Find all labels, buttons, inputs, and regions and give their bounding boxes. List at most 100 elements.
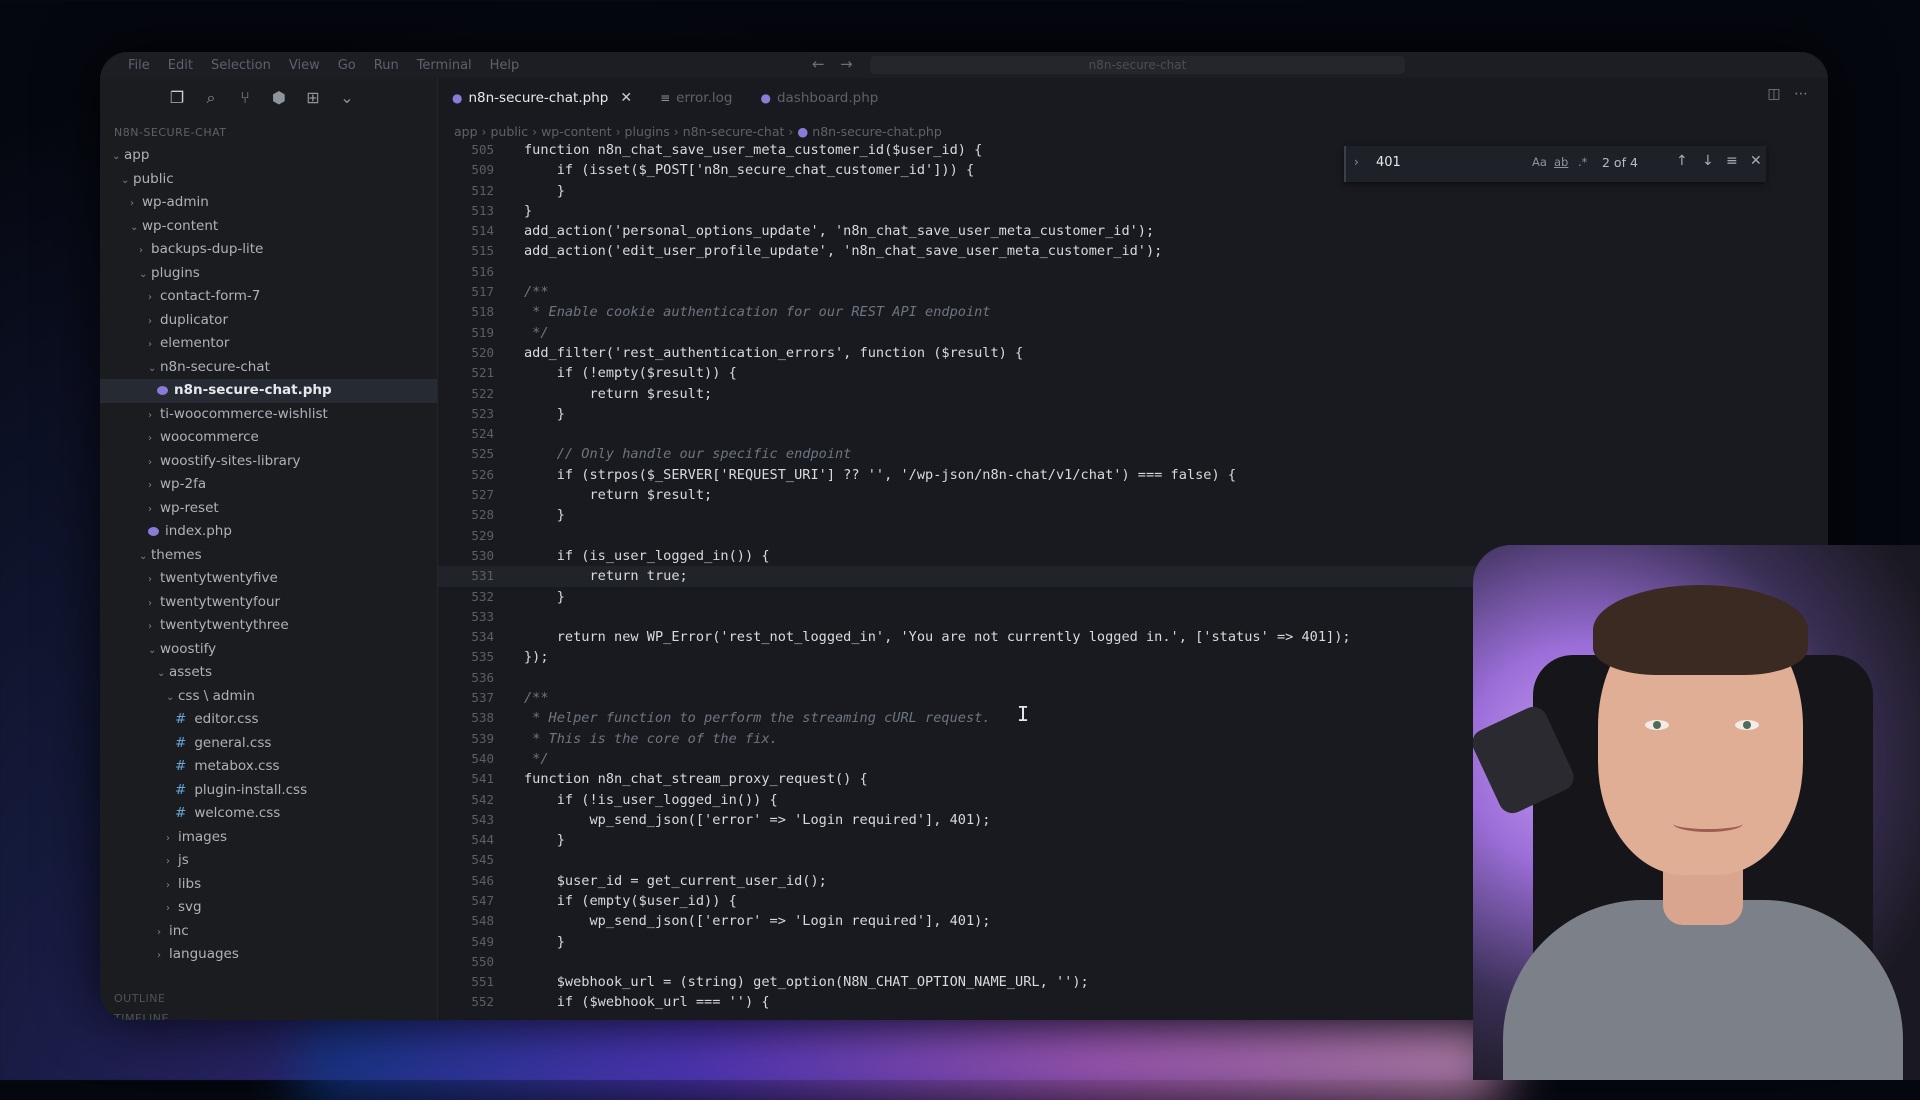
tree-item[interactable]: › elementor	[100, 332, 437, 356]
code-line[interactable]: 528 }	[438, 505, 1828, 525]
tree-item[interactable]: › ti-woocommerce-wishlist	[100, 403, 437, 427]
tree-item[interactable]: # welcome.css	[100, 802, 437, 826]
find-in-selection-icon[interactable]: ≡	[1726, 153, 1738, 169]
code-line[interactable]: 522 return $result;	[438, 384, 1828, 404]
chevron-right-icon: ›	[148, 409, 152, 421]
previous-match-icon[interactable]: ↑	[1676, 153, 1688, 169]
code-text: function n8n_chat_stream_proxy_request()…	[524, 771, 868, 788]
breadcrumb-item[interactable]: wp-content	[541, 124, 612, 139]
code-line[interactable]: 518 * Enable cookie authentication for o…	[438, 302, 1828, 322]
code-line[interactable]: 520 add_filter('rest_authentication_error…	[438, 343, 1828, 363]
extensions-icon[interactable]: ⬢	[262, 85, 296, 111]
tab-error-log[interactable]: ≡ error.log	[646, 78, 746, 118]
menu-edit[interactable]: Edit	[168, 58, 193, 73]
css-file-icon: #	[175, 711, 187, 727]
code-line[interactable]: 526 if (strpos($_SERVER['REQUEST_URI'] ?…	[438, 465, 1828, 485]
tree-item[interactable]: › twentytwentyfour	[100, 591, 437, 615]
tree-item[interactable]: › wp-admin	[100, 191, 437, 215]
tree-item[interactable]: ⌄ woostify	[100, 638, 437, 662]
tree-item[interactable]: # general.css	[100, 732, 437, 756]
tree-item[interactable]: ⌄ app	[100, 144, 437, 168]
code-line[interactable]: 521 if (!empty($result)) {	[438, 363, 1828, 383]
code-line[interactable]: 519 */	[438, 323, 1828, 343]
tree-item[interactable]: ⌄ plugins	[100, 262, 437, 286]
search-icon[interactable]: ⌕	[194, 85, 228, 111]
code-line[interactable]: 529	[438, 526, 1828, 546]
tree-item[interactable]: › images	[100, 826, 437, 850]
chevron-down-icon[interactable]: ⌄	[330, 85, 364, 111]
breadcrumb-item[interactable]: plugins	[625, 124, 670, 139]
code-text: });	[524, 649, 549, 666]
tree-item[interactable]: › twentytwentythree	[100, 614, 437, 638]
menu-run[interactable]: Run	[374, 58, 399, 73]
close-icon[interactable]: ✕	[1750, 153, 1762, 169]
tree-item[interactable]: # editor.css	[100, 708, 437, 732]
regex-icon[interactable]: .*	[1578, 155, 1587, 169]
line-number: 540	[471, 750, 494, 766]
breadcrumb-item[interactable]: n8n-secure-chat	[683, 124, 785, 139]
find-input[interactable]: 401	[1376, 155, 1401, 170]
tree-item[interactable]: › svg	[100, 896, 437, 920]
tree-item[interactable]: ⌄ css \ admin	[100, 685, 437, 709]
tree-item[interactable]: ⌄ themes	[100, 544, 437, 568]
split-editor-icon[interactable]: ◫	[1767, 86, 1780, 102]
menu-terminal[interactable]: Terminal	[417, 58, 472, 73]
menu-go[interactable]: Go	[338, 58, 356, 73]
source-control-icon[interactable]: ⑂	[228, 85, 262, 111]
tree-item[interactable]: index.php	[100, 520, 437, 544]
match-case-toggle[interactable]: Aa	[1532, 155, 1547, 169]
code-line[interactable]: 527 return $result;	[438, 485, 1828, 505]
tree-item[interactable]: ⌄ wp-content	[100, 215, 437, 239]
tree-item[interactable]: › languages	[100, 943, 437, 967]
code-line[interactable]: 512 }	[438, 181, 1828, 201]
tree-item[interactable]: ⌄ public	[100, 168, 437, 192]
tree-item[interactable]: ⌄ assets	[100, 661, 437, 685]
back-arrow-icon[interactable]: ←	[812, 55, 825, 73]
command-center[interactable]: n8n-secure-chat	[870, 56, 1405, 74]
tree-item[interactable]: › woocommerce	[100, 426, 437, 450]
breadcrumb-item[interactable]: n8n-secure-chat.php	[812, 124, 942, 139]
explorer-icon[interactable]: ❐	[160, 85, 194, 111]
code-line[interactable]: 515 add_action('edit_user_profile_update'…	[438, 241, 1828, 261]
timeline-section[interactable]: TIMELINE	[114, 1012, 169, 1020]
whole-word-toggle[interactable]: ab	[1554, 155, 1568, 169]
close-icon[interactable]: ✕	[620, 78, 632, 118]
code-text: if (empty($user_id)) {	[524, 892, 737, 909]
code-line[interactable]: 514 add_action('personal_options_update',…	[438, 221, 1828, 241]
tree-item[interactable]: n8n-secure-chat.php	[100, 379, 437, 403]
tree-item[interactable]: › woostify-sites-library	[100, 450, 437, 474]
menu-help[interactable]: Help	[490, 58, 520, 73]
tree-item[interactable]: › js	[100, 849, 437, 873]
tree-item[interactable]: › contact-form-7	[100, 285, 437, 309]
breadcrumb-item[interactable]: public	[490, 124, 528, 139]
tree-item[interactable]: › libs	[100, 873, 437, 897]
menu-file[interactable]: File	[128, 58, 150, 73]
code-line[interactable]: 516	[438, 262, 1828, 282]
tree-item[interactable]: › wp-reset	[100, 497, 437, 521]
tree-item[interactable]: › backups-dup-lite	[100, 238, 437, 262]
more-actions-icon[interactable]: ⋯	[1794, 86, 1808, 102]
forward-arrow-icon[interactable]: →	[840, 55, 853, 73]
tab-dashboard-php[interactable]: ● dashboard.php	[746, 78, 892, 118]
tree-item[interactable]: › inc	[100, 920, 437, 944]
tree-item[interactable]: › duplicator	[100, 309, 437, 333]
code-line[interactable]: 513}	[438, 201, 1828, 221]
outline-section[interactable]: OUTLINE	[114, 992, 165, 1005]
tree-item[interactable]: # metabox.css	[100, 755, 437, 779]
tree-item[interactable]: › twentytwentyfive	[100, 567, 437, 591]
code-line[interactable]: 523 }	[438, 404, 1828, 424]
tree-item[interactable]: ⌄ n8n-secure-chat	[100, 356, 437, 380]
code-line[interactable]: 525 // Only handle our specific endpoint	[438, 444, 1828, 464]
remote-explorer-icon[interactable]: ⊞	[296, 85, 330, 111]
chevron-right-icon[interactable]: ›	[1354, 155, 1359, 169]
code-line[interactable]: 517 /**	[438, 282, 1828, 302]
code-line[interactable]: 524	[438, 424, 1828, 444]
tab-n8n-secure-chat-php[interactable]: ● n8n-secure-chat.php ✕	[438, 78, 646, 118]
breadcrumb-item[interactable]: app	[454, 124, 478, 139]
menu-selection[interactable]: Selection	[211, 58, 271, 73]
tree-item[interactable]: › wp-2fa	[100, 473, 437, 497]
tree-item[interactable]: # plugin-install.css	[100, 779, 437, 803]
code-text: * Helper function to perform the streami…	[524, 710, 991, 727]
menu-view[interactable]: View	[289, 58, 320, 73]
next-match-icon[interactable]: ↓	[1702, 153, 1714, 169]
